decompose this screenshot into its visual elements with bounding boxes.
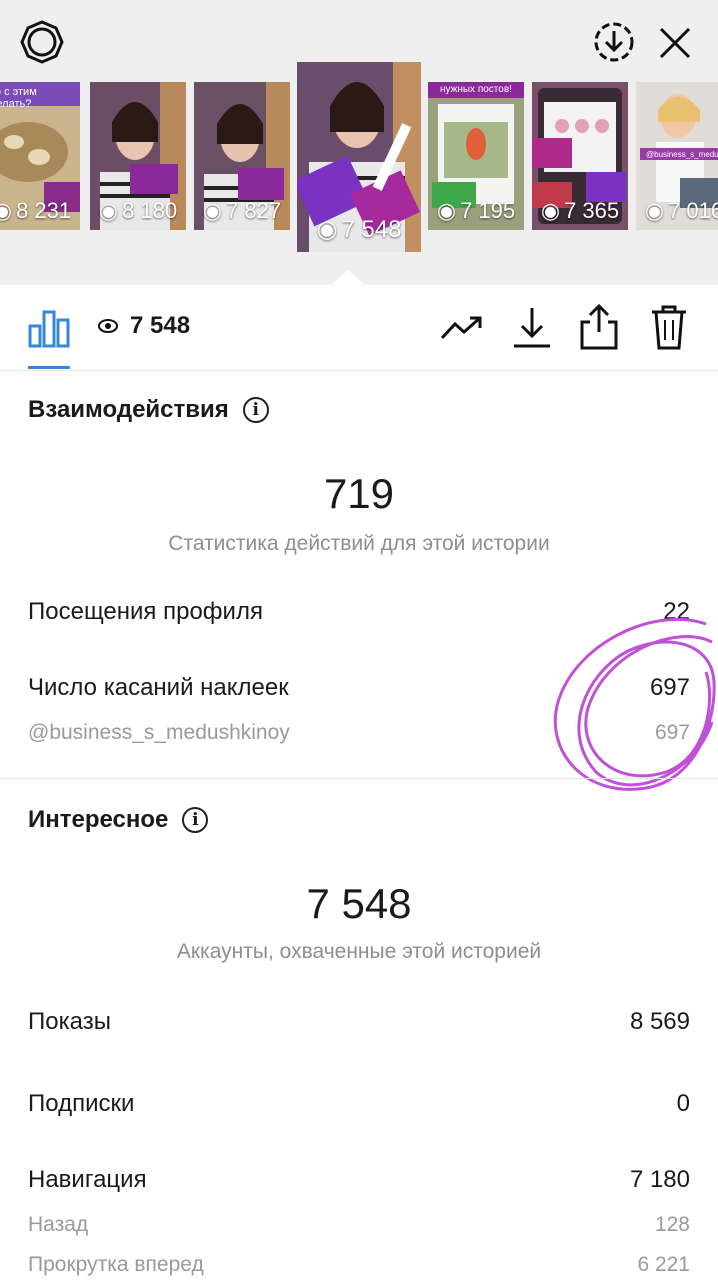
close-icon[interactable] bbox=[656, 24, 694, 62]
views-count: 7 548 bbox=[98, 312, 190, 340]
stat-label: Навигация bbox=[28, 1166, 147, 1193]
eye-icon: ◉ bbox=[644, 198, 665, 223]
stat-row: Подписки 0 bbox=[28, 1090, 690, 1118]
stat-value: 8 569 bbox=[629, 1008, 690, 1035]
stat-sub-label: @business_s_medushkinoy bbox=[28, 721, 290, 744]
trending-up-icon[interactable] bbox=[440, 314, 484, 342]
story-thumbnail[interactable]: нужных постов! ◉ 7 195 bbox=[428, 82, 524, 230]
share-icon[interactable] bbox=[580, 304, 618, 350]
download-icon[interactable] bbox=[512, 306, 552, 350]
interactions-caption: Статистика действий для этой истории bbox=[168, 532, 550, 555]
stat-sub-label: Назад bbox=[28, 1213, 89, 1236]
stat-label: Число касаний наклеек bbox=[28, 674, 289, 701]
hand-drawn-circle-annotation bbox=[553, 617, 716, 791]
thumbnail-views: ◉ 7 827 bbox=[202, 198, 282, 223]
stat-sub-value: 6 221 bbox=[637, 1253, 690, 1276]
stat-row: Навигация 7 180 bbox=[28, 1166, 690, 1194]
thumbnail-views: ◉ 8 231 bbox=[0, 198, 80, 224]
thumbnail-views: ◉ 7 365 bbox=[540, 198, 620, 223]
section-title: Взаимодействия bbox=[28, 396, 229, 423]
bar-chart-icon[interactable] bbox=[28, 308, 70, 348]
eye-icon: ◉ bbox=[316, 216, 338, 243]
story-thumbnail-active[interactable]: ◉ 7 548 bbox=[297, 62, 421, 252]
story-thumbnails: то с этим делать? ◉8 231 ◉8 180 bbox=[0, 62, 718, 252]
interactions-total: 719 bbox=[323, 470, 395, 517]
thumbnail-overlay-text: @business_s_medushkinoy bbox=[646, 150, 718, 159]
thumbnail-views: ◉ 7 548 bbox=[316, 215, 402, 244]
stat-label: Подписки bbox=[28, 1090, 135, 1117]
insights-tab-indicator bbox=[28, 366, 70, 369]
eye-icon: ◉ bbox=[202, 198, 223, 223]
eye-icon: ◉ bbox=[0, 198, 13, 223]
gear-icon[interactable] bbox=[20, 20, 64, 64]
selection-caret bbox=[330, 270, 366, 286]
stat-sub-row: Прокрутка вперед 6 221 bbox=[28, 1253, 690, 1277]
thumbnail-views: ◉ 8 180 bbox=[98, 198, 178, 223]
thumbnail-views: ◉ 7 016 bbox=[644, 198, 718, 223]
download-circle-icon[interactable] bbox=[592, 20, 636, 64]
section-title: Интересное bbox=[28, 806, 169, 833]
stat-sub-value: 128 bbox=[654, 1213, 690, 1236]
stat-value: 7 180 bbox=[629, 1166, 690, 1193]
stat-sub-label: Прокрутка вперед bbox=[28, 1253, 204, 1276]
discovery-total: 7 548 bbox=[306, 880, 412, 927]
discovery-caption: Аккаунты, охваченные этой историей bbox=[176, 940, 542, 963]
stat-sub-row: Назад 128 bbox=[28, 1213, 690, 1237]
stat-row: Показы 8 569 bbox=[28, 1008, 690, 1036]
story-thumbnail[interactable]: ◉ 8 180 bbox=[90, 82, 186, 230]
interactions-header: Взаимодействия i bbox=[28, 396, 269, 424]
story-strip-area: то с этим делать? ◉8 231 ◉8 180 bbox=[0, 0, 718, 286]
thumbnail-overlay-text: нужных постов! bbox=[440, 84, 512, 95]
discovery-header: Интересное i bbox=[28, 806, 209, 834]
eye-icon: ◉ bbox=[98, 198, 119, 223]
eye-icon: ◉ bbox=[436, 198, 457, 223]
thumbnail-views: ◉ 7 195 bbox=[436, 198, 516, 223]
stat-value: 0 bbox=[676, 1090, 690, 1117]
story-thumbnail[interactable]: ◉ 7 365 bbox=[532, 82, 628, 230]
thumbnail-overlay-text: то с этим делать? bbox=[0, 86, 37, 110]
story-thumbnail[interactable]: то с этим делать? ◉8 231 bbox=[0, 82, 80, 230]
story-toolbar: 7 548 bbox=[0, 286, 718, 371]
section-divider bbox=[0, 778, 718, 779]
stat-label: Показы bbox=[28, 1008, 111, 1035]
story-thumbnail[interactable]: @business_s_medushkinoy ◉7 016 bbox=[636, 82, 718, 230]
eye-icon: ◉ bbox=[540, 198, 561, 223]
stat-label: Посещения профиля bbox=[28, 598, 263, 625]
trash-icon[interactable] bbox=[650, 304, 688, 350]
info-icon[interactable]: i bbox=[242, 397, 269, 423]
info-icon[interactable]: i bbox=[182, 807, 209, 833]
views-value: 7 548 bbox=[130, 312, 191, 339]
eye-icon bbox=[98, 319, 118, 333]
story-thumbnail[interactable]: ◉ 7 827 bbox=[194, 82, 290, 230]
